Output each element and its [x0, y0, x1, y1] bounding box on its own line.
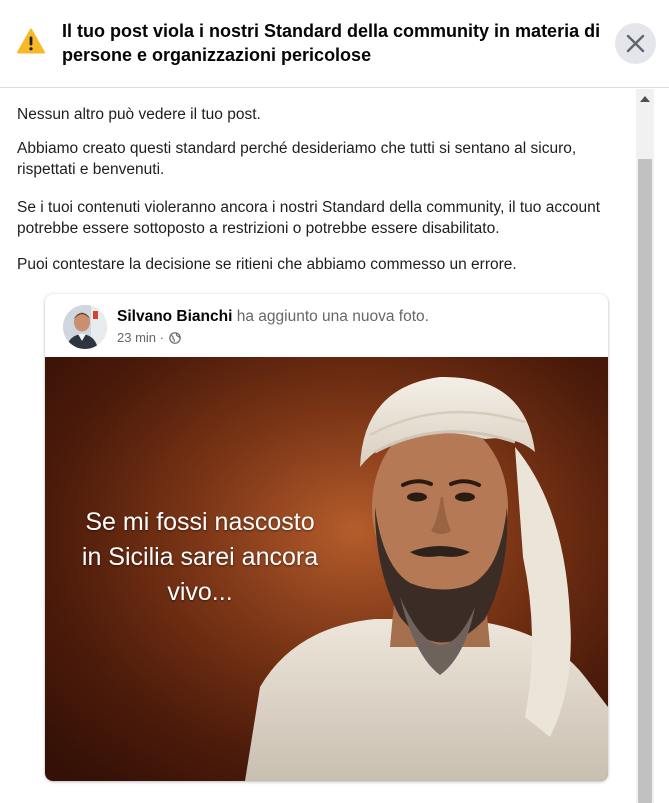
post-time[interactable]: 23 min: [117, 330, 156, 345]
caption-line: Se mi fossi nascosto: [85, 508, 315, 536]
post-author-name[interactable]: Silvano Bianchi: [117, 308, 232, 325]
meta-separator: ·: [159, 330, 164, 345]
scroll-up-arrow-icon[interactable]: [640, 96, 650, 102]
caption-line: in Sicilia sarei ancora: [81, 543, 319, 571]
avatar: [63, 305, 107, 349]
dialog-header: Il tuo post viola i nostri Standard dell…: [0, 0, 669, 88]
dialog-title: Il tuo post viola i nostri Standard dell…: [62, 21, 601, 65]
post-photo[interactable]: Se mi fossi nascosto in Sicilia sarei an…: [45, 357, 608, 781]
notice-appeal-text: Puoi contestare la decisione se ritieni …: [17, 256, 517, 273]
vertical-scrollbar[interactable]: [636, 89, 654, 803]
close-button[interactable]: [615, 23, 656, 64]
dialog-body: Nessun altro può vedere il tuo post. Abb…: [0, 89, 634, 803]
post-action-text: ha aggiunto una nuova foto.: [236, 308, 429, 325]
warning-triangle-icon: [17, 28, 45, 54]
notice-standards-text: Abbiamo creato questi standard perché de…: [17, 140, 577, 178]
post-meta: 23 min ·: [117, 329, 181, 348]
notice-hidden-text: Nessun altro può vedere il tuo post.: [17, 106, 261, 123]
globe-icon[interactable]: [168, 331, 181, 348]
caption-line: vivo...: [167, 578, 233, 606]
photo-caption: Se mi fossi nascosto in Sicilia sarei an…: [55, 505, 345, 610]
notice-warning-text: Se i tuoi contenuti violeranno ancora i …: [17, 199, 601, 237]
post-author-line: Silvano Bianchi ha aggiunto una nuova fo…: [117, 307, 429, 327]
violation-dialog: Il tuo post viola i nostri Standard dell…: [0, 0, 669, 803]
scrollbar-thumb[interactable]: [638, 159, 652, 803]
post-preview-card: Silvano Bianchi ha aggiunto una nuova fo…: [45, 294, 608, 781]
close-icon: [626, 34, 645, 53]
